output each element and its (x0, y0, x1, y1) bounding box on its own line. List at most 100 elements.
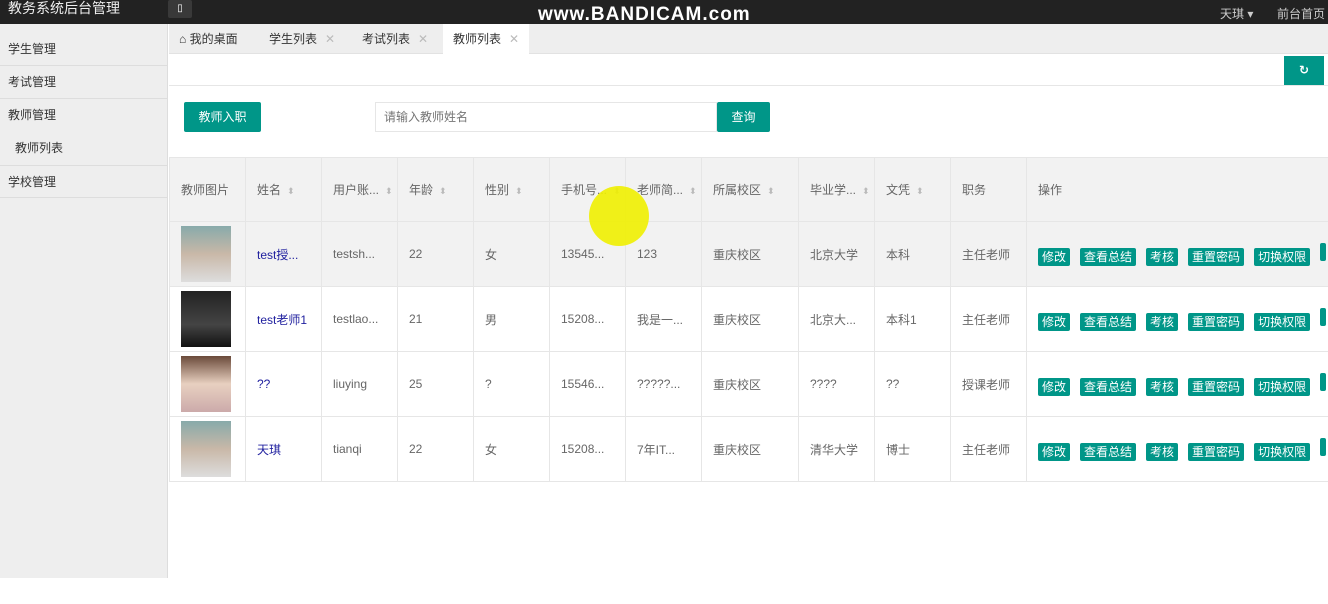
school-text: ???? (810, 377, 837, 391)
user-menu[interactable]: 天琪 ▾ (1220, 5, 1253, 22)
front-page-link[interactable]: 前台首页 (1277, 5, 1325, 22)
age-text: 22 (409, 442, 423, 456)
header-label: 文凭 (886, 183, 911, 197)
degree-text: 博士 (886, 442, 911, 457)
column-header[interactable]: 姓名 ⬍ (245, 157, 322, 222)
cell-degree: 本科 (874, 221, 951, 287)
caret-down-icon: ▾ (1247, 7, 1254, 21)
action-button-0[interactable]: 修改 (1038, 442, 1071, 461)
action-button-4[interactable]: 切换权限 (1254, 247, 1311, 266)
account-text: tianqi (333, 442, 362, 456)
top-bar: 教务系统后台管理 ▯ www.BANDICAM.com 天琪 ▾ 前台首页 (0, 0, 1328, 25)
action-button-1[interactable]: 查看总结 (1080, 377, 1137, 396)
cell-role: 授课老师 (950, 351, 1027, 417)
action-button-more[interactable] (1320, 372, 1327, 391)
sort-icon[interactable]: ⬍ (862, 186, 870, 196)
name-text[interactable]: 天琪 (257, 443, 281, 457)
tab-label: 学生列表 (269, 32, 318, 46)
cell-name: test授... (245, 221, 322, 287)
action-button-more[interactable] (1320, 307, 1327, 326)
name-text[interactable]: test老师1 (257, 313, 307, 327)
search-input[interactable] (375, 102, 717, 132)
action-button-1[interactable]: 查看总结 (1080, 247, 1137, 266)
cell-campus: 重庆校区 (701, 416, 799, 482)
sort-icon[interactable]: ⬍ (916, 186, 924, 196)
cell-actions: 修改 查看总结 考核 重置密码 切换权限 (1026, 221, 1328, 287)
sort-icon[interactable]: ⬍ (689, 186, 697, 196)
sidebar-item-exams[interactable]: 考试管理 (0, 66, 167, 99)
sort-icon[interactable]: ⬍ (439, 186, 447, 196)
column-header[interactable]: 性别 ⬍ (473, 157, 550, 222)
cell-campus: 重庆校区 (701, 286, 799, 352)
action-button-2[interactable]: 考核 (1146, 312, 1179, 331)
action-button-1[interactable]: 查看总结 (1080, 442, 1137, 461)
action-button-2[interactable]: 考核 (1146, 442, 1179, 461)
school-text: 清华大学 (810, 442, 859, 457)
cell-actions: 修改 查看总结 考核 重置密码 切换权限 (1026, 416, 1328, 482)
name-text[interactable]: ?? (257, 377, 270, 391)
gender-text: 男 (485, 312, 498, 327)
action-button-0[interactable]: 修改 (1038, 377, 1071, 396)
sort-icon[interactable]: ⬍ (767, 186, 775, 196)
cell-role: 主任老师 (950, 286, 1027, 352)
phone-text: 15208... (561, 312, 605, 326)
sort-icon[interactable]: ⬍ (515, 186, 523, 196)
tab-exams[interactable]: 考试列表 ✕ (352, 24, 438, 54)
degree-text: 本科 (886, 247, 911, 262)
campus-text: 重庆校区 (713, 247, 762, 262)
table-row: test老师1 testlao... 21 男 15208... 我是一... 重庆校区 北京… (169, 286, 1328, 352)
action-button-3[interactable]: 重置密码 (1188, 442, 1245, 461)
gender-text: 女 (485, 442, 498, 457)
refresh-button[interactable]: ↻ (1284, 56, 1324, 85)
close-icon[interactable]: ✕ (509, 32, 519, 46)
user-name: 天琪 (1220, 7, 1245, 21)
table-row: test授... testsh... 22 女 13545... 123 重庆校区 北京大学 本… (169, 221, 1328, 287)
column-header[interactable]: 文凭 ⬍ (874, 157, 951, 222)
tab-desktop[interactable]: ⌂ 我的桌面 (169, 24, 248, 54)
tab-students[interactable]: 学生列表 ✕ (259, 24, 345, 54)
account-text: testsh... (333, 247, 376, 261)
sidebar-item-teachers[interactable]: 教师管理 (0, 99, 167, 132)
sort-icon[interactable]: ⬍ (287, 186, 295, 196)
cell-actions: 修改 查看总结 考核 重置密码 切换权限 (1026, 286, 1328, 352)
cell-gender: 女 (473, 416, 550, 482)
action-button-0[interactable]: 修改 (1038, 312, 1071, 331)
cell-campus: 重庆校区 (701, 221, 799, 287)
sort-icon[interactable]: ⬍ (385, 186, 393, 196)
cell-photo (169, 416, 246, 482)
column-header[interactable]: 毕业学... ⬍ (798, 157, 875, 222)
column-header[interactable]: 年龄 ⬍ (397, 157, 474, 222)
sidebar-item-teacher-list[interactable]: 教师列表 (0, 132, 167, 165)
menu-toggle-icon[interactable]: ▯ (168, 0, 192, 18)
cell-age: 21 (397, 286, 474, 352)
tab-label: 考试列表 (362, 32, 411, 46)
action-button-2[interactable]: 考核 (1146, 247, 1179, 266)
cell-school: ???? (798, 351, 875, 417)
action-button-more[interactable] (1320, 242, 1327, 261)
action-button-4[interactable]: 切换权限 (1254, 312, 1311, 331)
column-header[interactable]: 所属校区 ⬍ (701, 157, 799, 222)
add-teacher-button[interactable]: 教师入职 (184, 102, 261, 132)
action-button-4[interactable]: 切换权限 (1254, 442, 1311, 461)
action-button-2[interactable]: 考核 (1146, 377, 1179, 396)
tab-teachers[interactable]: 教师列表 ✕ (443, 24, 530, 54)
action-button-0[interactable]: 修改 (1038, 247, 1071, 266)
action-button-3[interactable]: 重置密码 (1188, 312, 1245, 331)
school-text: 北京大学 (810, 247, 859, 262)
close-icon[interactable]: ✕ (325, 32, 335, 46)
action-button-3[interactable]: 重置密码 (1188, 247, 1245, 266)
action-button-more[interactable] (1320, 437, 1327, 456)
search-button[interactable]: 查询 (717, 102, 770, 132)
action-button-3[interactable]: 重置密码 (1188, 377, 1245, 396)
action-button-4[interactable]: 切换权限 (1254, 377, 1311, 396)
close-icon[interactable]: ✕ (418, 32, 428, 46)
tab-label: 我的桌面 (189, 32, 238, 46)
sidebar-item-schools[interactable]: 学校管理 (0, 165, 167, 198)
table-row: ?? liuying 25? 15546...?????... 重庆校区?????? 授课… (169, 351, 1328, 417)
sidebar-item-students[interactable]: 学生管理 (0, 33, 167, 66)
header-label: 操作 (1038, 183, 1063, 197)
column-header[interactable]: 用户账... ⬍ (321, 157, 398, 222)
action-button-1[interactable]: 查看总结 (1080, 312, 1137, 331)
name-text[interactable]: test授... (257, 248, 298, 262)
age-text: 25 (409, 377, 423, 391)
